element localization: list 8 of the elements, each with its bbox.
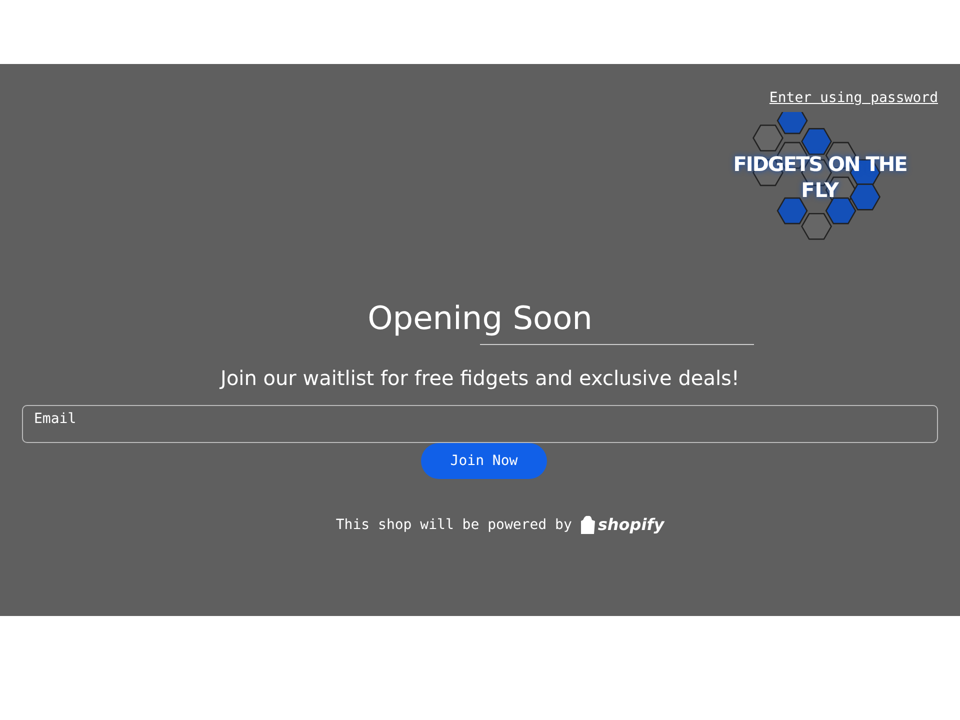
subtitle: Join our waitlist for free fidgets and exclusive deals! [220,365,740,392]
powered-by-text: This shop will be powered by [336,516,572,534]
logo-text: FLY [801,177,839,203]
email-field[interactable]: Email [22,405,938,443]
page-title: Opening Soon [368,298,592,338]
shopify-link[interactable]: shopify [598,513,664,537]
join-button[interactable]: Join Now [421,443,547,479]
password-link[interactable]: Enter using password [769,88,938,109]
